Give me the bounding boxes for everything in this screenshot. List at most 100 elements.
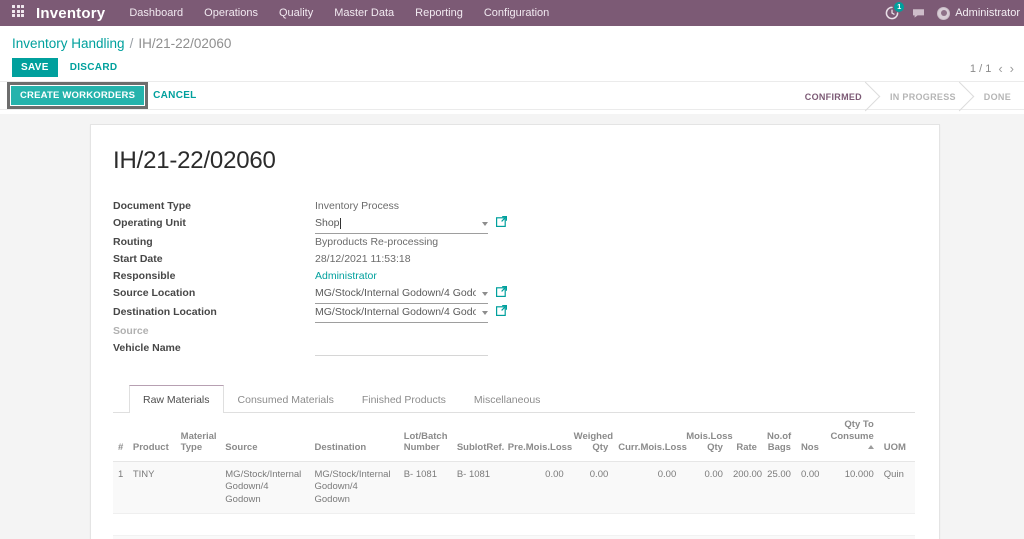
cell-no-of-bags: 25.00 (761, 461, 796, 514)
status-stage-confirmed[interactable]: CONFIRMED (790, 81, 881, 112)
chevron-left-icon[interactable]: ‹ (998, 62, 1002, 75)
lines-table: # Product Material Type Source Destinati… (113, 413, 915, 539)
status-stage-in-progress[interactable]: IN PROGRESS (875, 81, 975, 112)
activity-clock-icon[interactable]: 1 (884, 2, 905, 21)
action-button-bar: CREATE WORKORDERS CANCEL CONFIRMED IN PR… (0, 81, 1024, 112)
field-destination-location: MG/Stock/Internal Godown/4 Godow (315, 304, 915, 323)
label-vehicle-name: Vehicle Name (113, 342, 181, 354)
col-curr-mois-loss[interactable]: Curr.Mois.Loss (613, 413, 687, 462)
create-workorders-button[interactable]: CREATE WORKORDERS (11, 86, 145, 105)
col-sublot-ref[interactable]: SublotRef. (451, 413, 504, 462)
destination-location-input[interactable]: MG/Stock/Internal Godown/4 Godow (315, 304, 488, 323)
col-source[interactable]: Source (220, 413, 310, 462)
destination-location-value: MG/Stock/Internal Godown/4 Godow (315, 306, 476, 318)
label-start-date: Start Date (113, 253, 163, 265)
col-uom[interactable]: UOM (878, 413, 915, 462)
col-no-of-bags[interactable]: No.of Bags (761, 413, 796, 462)
cell-nos: 0.00 (795, 461, 824, 514)
menu-item-configuration[interactable]: Configuration (484, 5, 549, 21)
field-operating-unit: Shop (315, 215, 915, 234)
col-rate[interactable]: Rate (727, 413, 762, 462)
discard-button[interactable]: DISCARD (68, 58, 120, 77)
record-form: Document Type Inventory Process Operatin… (113, 198, 915, 357)
cell-pre-mois-loss: 0.00 (502, 461, 569, 514)
col-pre-mois-loss[interactable]: Pre.Mois.Loss (502, 413, 572, 462)
cancel-button[interactable]: CANCEL (153, 90, 196, 101)
field-source-location: MG/Stock/Internal Godown/4 Godow (315, 285, 915, 304)
internal-link-icon[interactable] (496, 305, 507, 322)
chevron-down-icon[interactable] (482, 291, 488, 296)
col-nos[interactable]: Nos (795, 413, 824, 462)
status-stage-done-label: DONE (983, 91, 1011, 102)
apps-grid-icon[interactable] (12, 5, 28, 21)
breadcrumb-current-record: IH/21-22/02060 (138, 35, 232, 51)
internal-link-icon[interactable] (496, 286, 507, 303)
sort-ascending-icon (867, 445, 874, 449)
save-button[interactable]: SAVE (12, 58, 58, 77)
col-lot-batch-number[interactable]: Lot/Batch Number (398, 413, 452, 462)
user-menu[interactable]: Administrator (937, 6, 1020, 20)
chevron-down-icon[interactable] (482, 310, 488, 315)
cell-rate: 200.00 (727, 461, 762, 514)
cell-qty-to-consume: 10.000 (823, 461, 879, 514)
cell-index: 1 (113, 461, 128, 514)
label-responsible: Responsible (113, 270, 176, 282)
tab-raw-materials[interactable]: Raw Materials (129, 385, 224, 413)
cell-product: TINY (127, 461, 176, 514)
status-stage-in-progress-label: IN PROGRESS (889, 91, 956, 102)
tab-miscellaneous[interactable]: Miscellaneous (460, 385, 555, 413)
messages-icon[interactable] (911, 6, 926, 21)
application-window: Inventory Dashboard Operations Quality M… (0, 0, 1024, 539)
top-navbar: Inventory Dashboard Operations Quality M… (0, 0, 1024, 26)
chevron-down-icon[interactable] (482, 221, 488, 226)
table-empty-row[interactable] (113, 513, 915, 536)
record-pager: 1 / 1 ‹ › (970, 62, 1014, 75)
source-location-input[interactable]: MG/Stock/Internal Godown/4 Godow (315, 285, 488, 304)
status-bar: CONFIRMED IN PROGRESS DONE (790, 81, 1024, 112)
menu-item-quality[interactable]: Quality (279, 5, 313, 21)
cell-uom: Quin (878, 461, 915, 514)
status-stage-confirmed-label: CONFIRMED (804, 91, 862, 102)
table-row[interactable]: 1 TINY MG/Stock/Internal Godown/4 Godown… (113, 461, 915, 514)
cell-lot-batch-number: B- 1081 (398, 461, 452, 514)
menu-item-reporting[interactable]: Reporting (415, 5, 463, 21)
value-start-date: 28/12/2021 11:53:18 (315, 253, 411, 265)
menu-item-dashboard[interactable]: Dashboard (129, 5, 183, 21)
menu-item-master-data[interactable]: Master Data (334, 5, 394, 21)
label-operating-unit: Operating Unit (113, 217, 186, 229)
tab-finished-products[interactable]: Finished Products (348, 385, 460, 413)
cell-destination: MG/Stock/Internal Godown/4 Godown (309, 461, 399, 514)
pager-count-label: 1 / 1 (969, 62, 992, 75)
col-material-type[interactable]: Material Type (175, 413, 221, 462)
cell-curr-mois-loss: 0.00 (613, 461, 682, 514)
operating-unit-input[interactable]: Shop (315, 215, 488, 234)
user-avatar-icon (937, 6, 951, 20)
col-index[interactable]: # (113, 413, 128, 462)
value-responsible[interactable]: Administrator (315, 268, 915, 285)
label-source-location: Source Location (113, 287, 196, 299)
app-brand-title[interactable]: Inventory (36, 5, 105, 22)
status-stage-done[interactable]: DONE (969, 82, 1024, 111)
table-empty-row[interactable] (113, 535, 915, 539)
record-edit-buttons: SAVE DISCARD (12, 54, 1012, 81)
col-qty-to-consume[interactable]: Qty To Consume (823, 413, 879, 462)
cell-mois-loss-qty: 0.00 (681, 461, 728, 514)
label-document-type: Document Type (113, 200, 191, 212)
chevron-right-icon[interactable]: › (1010, 62, 1014, 75)
breadcrumb-parent-link[interactable]: Inventory Handling (12, 36, 125, 51)
col-weighed-qty[interactable]: Weighed Qty (568, 413, 614, 462)
col-qty-to-consume-label: Qty To Consume (830, 419, 874, 442)
col-destination[interactable]: Destination (309, 413, 399, 462)
empty-cell (113, 513, 915, 536)
tab-consumed-materials[interactable]: Consumed Materials (224, 385, 348, 413)
col-product[interactable]: Product (127, 413, 176, 462)
vehicle-name-input[interactable] (315, 342, 488, 356)
internal-link-icon[interactable] (496, 216, 507, 233)
col-mois-loss-qty[interactable]: Mois.Loss Qty (681, 413, 733, 462)
field-vehicle-name (315, 340, 915, 357)
cell-sublot-ref: B- 1081 (451, 461, 503, 514)
value-source (315, 323, 915, 340)
operating-unit-value: Shop (315, 217, 340, 229)
username-label: Administrator (955, 7, 1020, 19)
menu-item-operations[interactable]: Operations (204, 5, 258, 21)
